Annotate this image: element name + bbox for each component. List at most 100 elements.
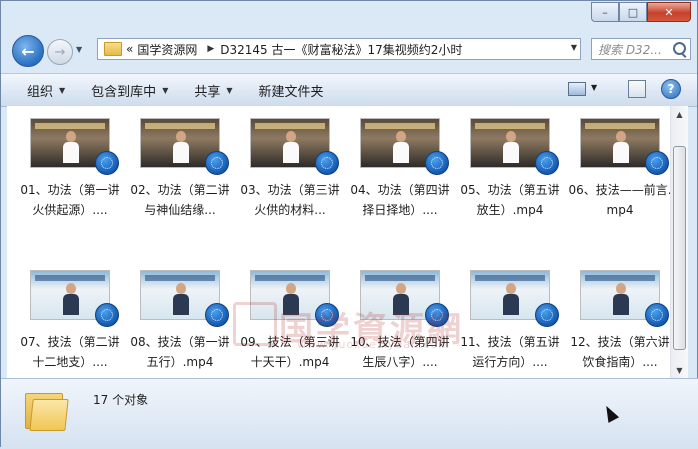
file-item[interactable]: 07、技法（第二讲十二地支）.... [15, 270, 125, 378]
help-icon[interactable]: ? [661, 79, 681, 99]
address-bar[interactable]: « 国学资源网 ▶ D32145 古一《财富秘法》17集视频约2小时 ▼ [97, 38, 581, 60]
presenter-figure [63, 131, 79, 163]
recent-pages-dropdown[interactable]: ▼ [76, 45, 82, 54]
file-item[interactable]: 06、技法——前言.mp4 [565, 118, 670, 270]
breadcrumb-overflow[interactable]: « [126, 42, 133, 56]
media-player-icon [535, 151, 559, 175]
address-dropdown-icon[interactable]: ▼ [571, 43, 577, 52]
minimize-button[interactable]: – [591, 2, 619, 22]
file-item[interactable]: 02、功法（第二讲与神仙结缘... [125, 118, 235, 270]
media-player-icon [535, 303, 559, 327]
share-button[interactable]: 共享 ▼ [194, 81, 232, 100]
thumbnail-banner [255, 275, 325, 281]
video-thumbnail [470, 118, 559, 175]
thumbnail-banner [585, 123, 655, 129]
thumbnail-banner [35, 123, 105, 129]
media-player-icon [315, 151, 339, 175]
close-button[interactable]: ✕ [647, 2, 691, 22]
watermark: 国学資源網 www.guoxueziyuan.com [233, 302, 477, 351]
media-player-icon [645, 303, 669, 327]
arrow-left-icon: ← [21, 41, 35, 61]
presenter-figure [613, 131, 629, 163]
media-player-icon [425, 151, 449, 175]
video-thumbnail [30, 118, 119, 175]
scroll-down-icon[interactable]: ▼ [672, 362, 687, 378]
breadcrumb-root[interactable]: 国学资源网 [137, 41, 197, 58]
thumbnail-banner [585, 275, 655, 281]
video-thumbnail [30, 270, 119, 327]
presenter-figure [63, 283, 79, 315]
media-player-icon [205, 151, 229, 175]
thumbnail-banner [35, 275, 105, 281]
new-folder-label: 新建文件夹 [258, 84, 324, 100]
file-item[interactable]: 05、功法（第五讲放生）.mp4 [455, 118, 565, 270]
file-name: 12、技法（第六讲饮食指南）.... [570, 335, 670, 369]
preview-pane-icon[interactable] [628, 80, 646, 98]
organize-button[interactable]: 组织 ▼ [27, 81, 65, 100]
media-player-icon [645, 151, 669, 175]
file-list-pane[interactable]: 01、功法（第一讲火供起源）.... 02、功法（第二讲与神仙结缘... 03、功法… [7, 106, 670, 378]
search-placeholder: 搜索 D32... [598, 42, 662, 57]
include-in-library-label: 包含到库中 [91, 84, 157, 100]
video-thumbnail [580, 270, 669, 327]
thumbnail-banner [145, 275, 215, 281]
file-item[interactable]: 01、功法（第一讲火供起源）.... [15, 118, 125, 270]
organize-label: 组织 [27, 84, 54, 100]
thumbnail-banner [475, 123, 545, 129]
presenter-figure [173, 283, 189, 315]
thumbnail-banner [365, 275, 435, 281]
file-name: 08、技法（第一讲五行）.mp4 [130, 335, 230, 369]
details-pane: 17 个对象 [1, 378, 698, 449]
thumbnail-banner [255, 123, 325, 129]
video-thumbnail [140, 118, 229, 175]
forward-button[interactable]: → [47, 39, 73, 65]
file-name: 03、功法（第三讲火供的材料... [240, 183, 340, 217]
media-player-icon [95, 151, 119, 175]
presenter-figure [283, 131, 299, 163]
search-icon[interactable] [673, 42, 686, 55]
video-thumbnail [250, 118, 339, 175]
vertical-scrollbar[interactable]: ▲ ▼ [670, 106, 688, 378]
file-name: 06、技法——前言.mp4 [568, 183, 670, 217]
breadcrumb-current[interactable]: D32145 古一《财富秘法》17集视频约2小时 [220, 41, 462, 58]
thumbnail-banner [145, 123, 215, 129]
media-player-icon [95, 303, 119, 327]
search-input[interactable]: 搜索 D32... [591, 38, 691, 60]
presenter-figure [393, 131, 409, 163]
video-thumbnail [580, 118, 669, 175]
maximize-button[interactable]: □ [619, 2, 647, 22]
caption-buttons: – □ ✕ [591, 2, 691, 22]
file-name: 02、功法（第二讲与神仙结缘... [130, 183, 230, 217]
media-player-icon [205, 303, 229, 327]
thumbnail-banner [475, 275, 545, 281]
file-item[interactable]: 08、技法（第一讲五行）.mp4 [125, 270, 235, 378]
presenter-figure [503, 283, 519, 315]
scroll-up-icon[interactable]: ▲ [672, 106, 687, 122]
file-item[interactable]: 04、功法（第四讲择日择地）.... [345, 118, 455, 270]
arrow-right-icon: → [54, 44, 66, 60]
explorer-window: – □ ✕ ← → ▼ « 国学资源网 ▶ D32145 古一《财富秘法》17集… [0, 0, 698, 449]
folder-icon [25, 389, 69, 431]
change-view-icon[interactable] [568, 82, 586, 96]
file-name: 01、功法（第一讲火供起源）.... [20, 183, 120, 217]
presenter-figure [173, 131, 189, 163]
new-folder-button[interactable]: 新建文件夹 [259, 81, 324, 100]
file-item[interactable]: 03、功法（第三讲火供的材料... [235, 118, 345, 270]
breadcrumb-separator-icon[interactable]: ▶ [207, 44, 214, 54]
item-count: 17 个对象 [93, 393, 149, 407]
file-item[interactable]: 12、技法（第六讲饮食指南）.... [565, 270, 670, 378]
watermark-seal [233, 302, 277, 346]
command-bar: 组织 ▼ 包含到库中 ▼ 共享 ▼ 新建文件夹 ▼ ? [1, 73, 697, 107]
thumbnail-banner [365, 123, 435, 129]
scroll-thumb[interactable] [673, 146, 686, 350]
watermark-url: www.guoxueziyuan.com [297, 338, 451, 351]
presenter-figure [503, 131, 519, 163]
navigation-bar: ← → ▼ « 国学资源网 ▶ D32145 古一《财富秘法》17集视频约2小时… [7, 35, 691, 67]
view-dropdown-icon[interactable]: ▼ [591, 83, 597, 92]
include-in-library-button[interactable]: 包含到库中 ▼ [91, 81, 168, 100]
file-name: 04、功法（第四讲择日择地）.... [350, 183, 450, 217]
chevron-down-icon: ▼ [162, 85, 169, 95]
back-button[interactable]: ← [12, 35, 44, 67]
video-thumbnail [470, 270, 559, 327]
file-name: 07、技法（第二讲十二地支）.... [20, 335, 120, 369]
